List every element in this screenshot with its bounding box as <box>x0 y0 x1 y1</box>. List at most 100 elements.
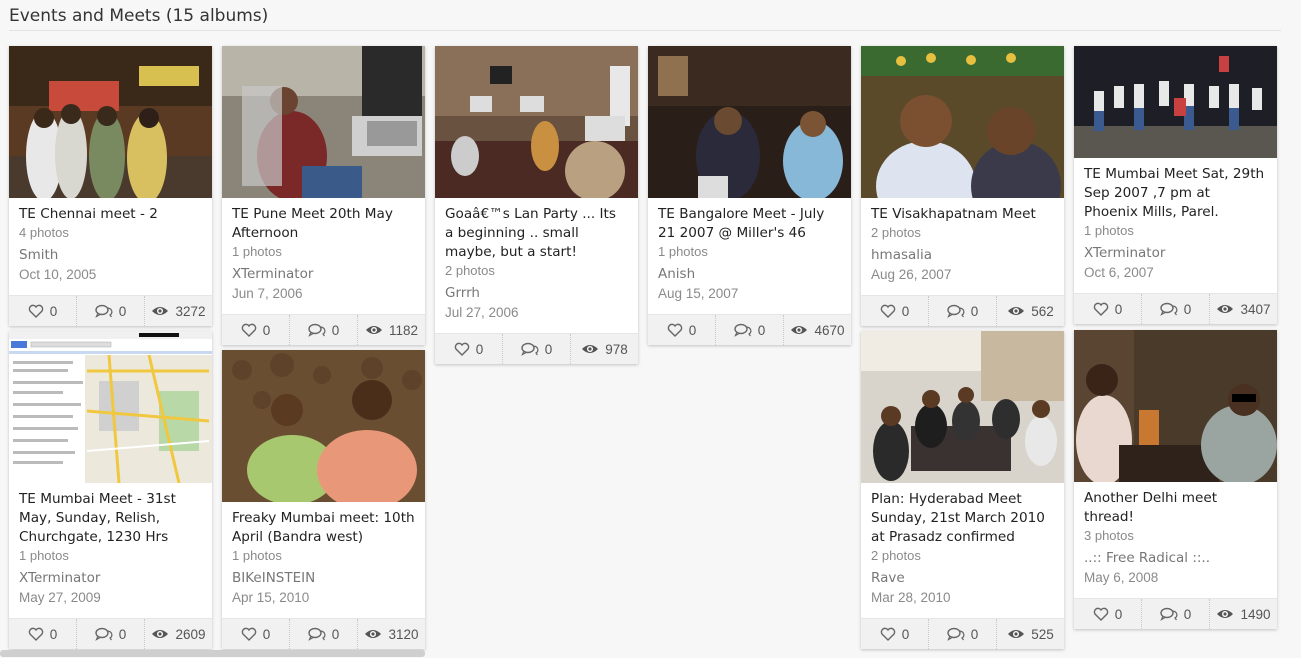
eye-icon <box>152 630 169 638</box>
album-thumbnail[interactable] <box>861 46 1064 198</box>
like-button[interactable]: 0 <box>9 296 77 326</box>
album-thumbnail[interactable] <box>9 46 212 198</box>
album-card[interactable]: Goaâ€™s Lan Party ... Its a beginning ..… <box>435 46 638 364</box>
album-date: Apr 15, 2010 <box>232 590 310 605</box>
like-button[interactable]: 0 <box>222 315 290 345</box>
album-card[interactable]: TE Visakhapatnam Meet 2 photos hmasalia … <box>861 46 1064 326</box>
album-author[interactable]: Rave <box>871 569 1054 588</box>
album-thumbnail[interactable] <box>222 350 425 502</box>
album-stats: 0 0 3120 <box>222 618 425 649</box>
comment-button[interactable]: 0 <box>929 296 997 326</box>
comment-count: 0 <box>544 341 553 357</box>
like-count: 0 <box>901 626 910 642</box>
album-thumbnail[interactable] <box>1074 330 1277 482</box>
photo-count: 1 photos <box>232 244 282 259</box>
album-date: Oct 6, 2007 <box>1084 265 1154 280</box>
view-count: 2609 <box>175 626 206 642</box>
album-author[interactable]: XTerminator <box>1084 244 1267 263</box>
like-button[interactable]: 0 <box>861 619 929 649</box>
album-card[interactable]: TE Bangalore Meet - July 21 2007 @ Mille… <box>648 46 851 345</box>
album-thumbnail[interactable] <box>222 46 425 198</box>
comment-button[interactable]: 0 <box>290 619 358 649</box>
comment-button[interactable]: 0 <box>77 296 145 326</box>
album-card[interactable]: TE Pune Meet 20th May Afternoon 1 photos… <box>222 46 425 345</box>
album-thumbnail[interactable] <box>9 331 212 483</box>
like-button[interactable]: 0 <box>222 619 290 649</box>
album-stats: 0 0 1490 <box>1074 598 1277 629</box>
page-title: Events and Meets (15 albums) <box>9 6 269 26</box>
album-author[interactable]: XTerminator <box>232 265 415 284</box>
album-card[interactable]: Plan: Hyderabad Meet Sunday, 21st March … <box>861 331 1064 649</box>
like-button[interactable]: 0 <box>648 315 716 345</box>
comment-button[interactable]: 0 <box>1142 294 1210 324</box>
album-thumbnail[interactable] <box>861 331 1064 483</box>
view-count: 1182 <box>388 322 419 338</box>
heart-icon <box>667 323 682 337</box>
heart-icon <box>28 304 43 318</box>
album-stats: 0 0 3407 <box>1074 293 1277 324</box>
eye-icon <box>1217 610 1234 618</box>
album-title[interactable]: TE Mumbai Meet - 31st May, Sunday, Relis… <box>19 490 202 547</box>
view-count: 978 <box>605 341 628 357</box>
horizontal-scrollbar[interactable] <box>0 650 425 657</box>
album-card[interactable]: TE Chennai meet - 2 4 photos Smith Oct 1… <box>9 46 212 326</box>
album-card[interactable]: TE Mumbai Meet Sat, 29th Sep 2007 ,7 pm … <box>1074 46 1277 324</box>
comment-count: 0 <box>331 322 340 338</box>
album-card[interactable]: Another Delhi meet thread! 3 photos ..::… <box>1074 330 1277 629</box>
album-author[interactable]: BIKeINSTEIN <box>232 569 415 588</box>
album-author[interactable]: ..:: Free Radical ::.. <box>1084 549 1267 568</box>
album-thumbnail[interactable] <box>435 46 638 198</box>
like-count: 0 <box>49 303 58 319</box>
heart-icon <box>1093 302 1108 316</box>
comments-icon <box>946 627 965 641</box>
heart-icon <box>241 323 256 337</box>
album-stats: 0 0 562 <box>861 295 1064 326</box>
album-author[interactable]: Grrrh <box>445 284 628 303</box>
views-stat: 1182 <box>358 315 425 345</box>
like-button[interactable]: 0 <box>9 619 77 649</box>
album-thumbnail[interactable] <box>1074 46 1277 158</box>
album-title[interactable]: TE Mumbai Meet Sat, 29th Sep 2007 ,7 pm … <box>1084 165 1267 222</box>
album-title[interactable]: TE Bangalore Meet - July 21 2007 @ Mille… <box>658 205 841 243</box>
album-title[interactable]: TE Pune Meet 20th May Afternoon <box>232 205 415 243</box>
album-stats: 0 0 2609 <box>9 618 212 649</box>
eye-icon <box>1217 305 1234 313</box>
album-title[interactable]: Another Delhi meet thread! <box>1084 489 1267 527</box>
album-author[interactable]: XTerminator <box>19 569 202 588</box>
album-thumbnail[interactable] <box>648 46 851 198</box>
comment-count: 0 <box>757 322 766 338</box>
album-author[interactable]: Smith <box>19 246 202 265</box>
album-title[interactable]: TE Visakhapatnam Meet <box>871 205 1054 224</box>
views-stat: 525 <box>997 619 1064 649</box>
like-button[interactable]: 0 <box>435 334 503 364</box>
comment-button[interactable]: 0 <box>716 315 784 345</box>
comment-button[interactable]: 0 <box>77 619 145 649</box>
comment-button[interactable]: 0 <box>503 334 571 364</box>
comment-button[interactable]: 0 <box>929 619 997 649</box>
album-title[interactable]: Freaky Mumbai meet: 10th April (Bandra w… <box>232 509 415 547</box>
album-title[interactable]: Goaâ€™s Lan Party ... Its a beginning ..… <box>445 205 628 262</box>
album-card[interactable]: Freaky Mumbai meet: 10th April (Bandra w… <box>222 350 425 649</box>
album-author[interactable]: hmasalia <box>871 246 1054 265</box>
like-button[interactable]: 0 <box>1074 294 1142 324</box>
album-title[interactable]: Plan: Hyderabad Meet Sunday, 21st March … <box>871 490 1054 547</box>
eye-icon <box>365 630 382 638</box>
like-count: 0 <box>262 322 271 338</box>
eye-icon <box>152 307 169 315</box>
album-card[interactable]: TE Mumbai Meet - 31st May, Sunday, Relis… <box>9 331 212 649</box>
comment-count: 0 <box>1183 301 1192 317</box>
album-stats: 0 0 4670 <box>648 314 851 345</box>
like-count: 0 <box>1114 606 1123 622</box>
comment-button[interactable]: 0 <box>290 315 358 345</box>
album-date: Jul 27, 2006 <box>445 305 519 320</box>
like-count: 0 <box>688 322 697 338</box>
like-button[interactable]: 0 <box>861 296 929 326</box>
album-author[interactable]: Anish <box>658 265 841 284</box>
like-count: 0 <box>901 303 910 319</box>
comment-button[interactable]: 0 <box>1142 599 1210 629</box>
comments-icon <box>1159 302 1178 316</box>
album-stats: 0 0 525 <box>861 618 1064 649</box>
like-button[interactable]: 0 <box>1074 599 1142 629</box>
album-title[interactable]: TE Chennai meet - 2 <box>19 205 202 224</box>
heart-icon <box>28 627 43 641</box>
